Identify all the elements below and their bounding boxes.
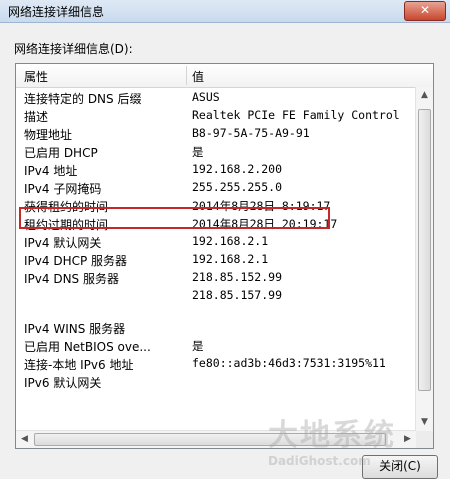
row-property: 描述	[24, 110, 49, 124]
table-row[interactable]: 已启用 DHCP 是	[16, 143, 416, 161]
row-property: 已启用 NetBIOS ove...	[24, 340, 151, 354]
watermark-cn: 大地系统	[268, 418, 396, 453]
header-divider[interactable]	[186, 66, 187, 85]
scroll-up-icon[interactable]: ▲	[416, 87, 433, 104]
table-row[interactable]: IPv4 WINS 服务器	[16, 319, 416, 337]
row-value: 255.255.255.0	[192, 180, 283, 194]
row-value: B8-97-5A-75-A9-91	[192, 126, 310, 140]
table-row[interactable]: IPv4 地址 192.168.2.200	[16, 161, 416, 179]
watermark: 大地系统 DadiGhost.com	[268, 410, 396, 468]
row-property: 物理地址	[24, 128, 73, 142]
table-row[interactable]: IPv6 默认网关	[16, 373, 416, 391]
window-close-button[interactable]: ✕	[404, 1, 446, 21]
row-value: 是	[192, 145, 204, 159]
row-value: 218.85.152.99	[192, 270, 283, 284]
row-value: ASUS	[192, 90, 220, 104]
row-property: IPv4 WINS 服务器	[24, 322, 126, 336]
row-value: 218.85.157.99	[192, 288, 283, 302]
row-property: IPv4 子网掩码	[24, 182, 102, 196]
row-value: Realtek PCIe FE Family Control	[192, 108, 400, 122]
row-property: IPv6 默认网关	[24, 376, 102, 390]
watermark-en: DadiGhost.com	[268, 454, 371, 468]
table-row[interactable]: 连接特定的 DNS 后缀 ASUS	[16, 89, 416, 107]
table-row[interactable]: IPv4 DNS 服务器 218.85.152.99	[16, 269, 416, 287]
row-value: 192.168.2.200	[192, 162, 283, 176]
table-row[interactable]: IPv4 默认网关 192.168.2.1	[16, 233, 416, 251]
table-row[interactable]: 已启用 NetBIOS ove... 是	[16, 337, 416, 355]
details-label: 网络连接详细信息(D):	[14, 42, 133, 56]
row-property: 已启用 DHCP	[24, 146, 98, 160]
list-rows: 连接特定的 DNS 后缀 ASUS 描述 Realtek PCIe FE Famil…	[16, 89, 416, 429]
dialog-body: 网络连接详细信息(D): 属性 值 连接特定的 DNS 后缀 ASUS 描述 Rea…	[0, 23, 450, 479]
title-bar: 网络连接详细信息 ✕	[0, 0, 450, 23]
header-property[interactable]: 属性	[24, 68, 48, 85]
scrollbar-corner	[416, 431, 433, 448]
table-row[interactable]: IPv4 子网掩码 255.255.255.0	[16, 179, 416, 197]
table-row[interactable]: 描述 Realtek PCIe FE Family Control	[16, 107, 416, 125]
row-property: IPv4 默认网关	[24, 236, 102, 250]
table-row[interactable]: 218.85.157.99	[16, 287, 416, 305]
window-title: 网络连接详细信息	[8, 5, 105, 19]
table-row[interactable]: 物理地址 B8-97-5A-75-A9-91	[16, 125, 416, 143]
header-value[interactable]: 值	[192, 68, 204, 85]
list-header: 属性 值	[16, 64, 433, 88]
scroll-left-icon[interactable]: ◀	[16, 431, 33, 448]
table-row[interactable]: 连接-本地 IPv6 地址 fe80::ad3b:46d3:7531:3195%1…	[16, 355, 416, 373]
row-property: IPv4 DNS 服务器	[24, 272, 119, 286]
table-row[interactable]: IPv4 DHCP 服务器 192.168.2.1	[16, 251, 416, 269]
row-property: 连接特定的 DNS 后缀	[24, 92, 142, 106]
row-value: 是	[192, 339, 204, 353]
row-value: 192.168.2.1	[192, 234, 269, 248]
row-property: IPv4 地址	[24, 164, 78, 178]
scroll-down-icon[interactable]: ▼	[416, 414, 433, 431]
row-value: fe80::ad3b:46d3:7531:3195%11	[192, 356, 386, 370]
vertical-scrollbar[interactable]: ▲ ▼	[415, 87, 433, 431]
row-value: 192.168.2.1	[192, 252, 269, 266]
details-listview[interactable]: 属性 值 连接特定的 DNS 后缀 ASUS 描述 Realtek PCIe FE …	[15, 63, 434, 449]
row-property: 连接-本地 IPv6 地址	[24, 358, 134, 372]
close-icon: ✕	[419, 3, 431, 17]
vertical-scroll-thumb[interactable]	[418, 109, 431, 391]
ipv4-highlight-box	[19, 207, 330, 229]
row-property: IPv4 DHCP 服务器	[24, 254, 128, 268]
scroll-right-icon[interactable]: ▶	[399, 431, 416, 448]
